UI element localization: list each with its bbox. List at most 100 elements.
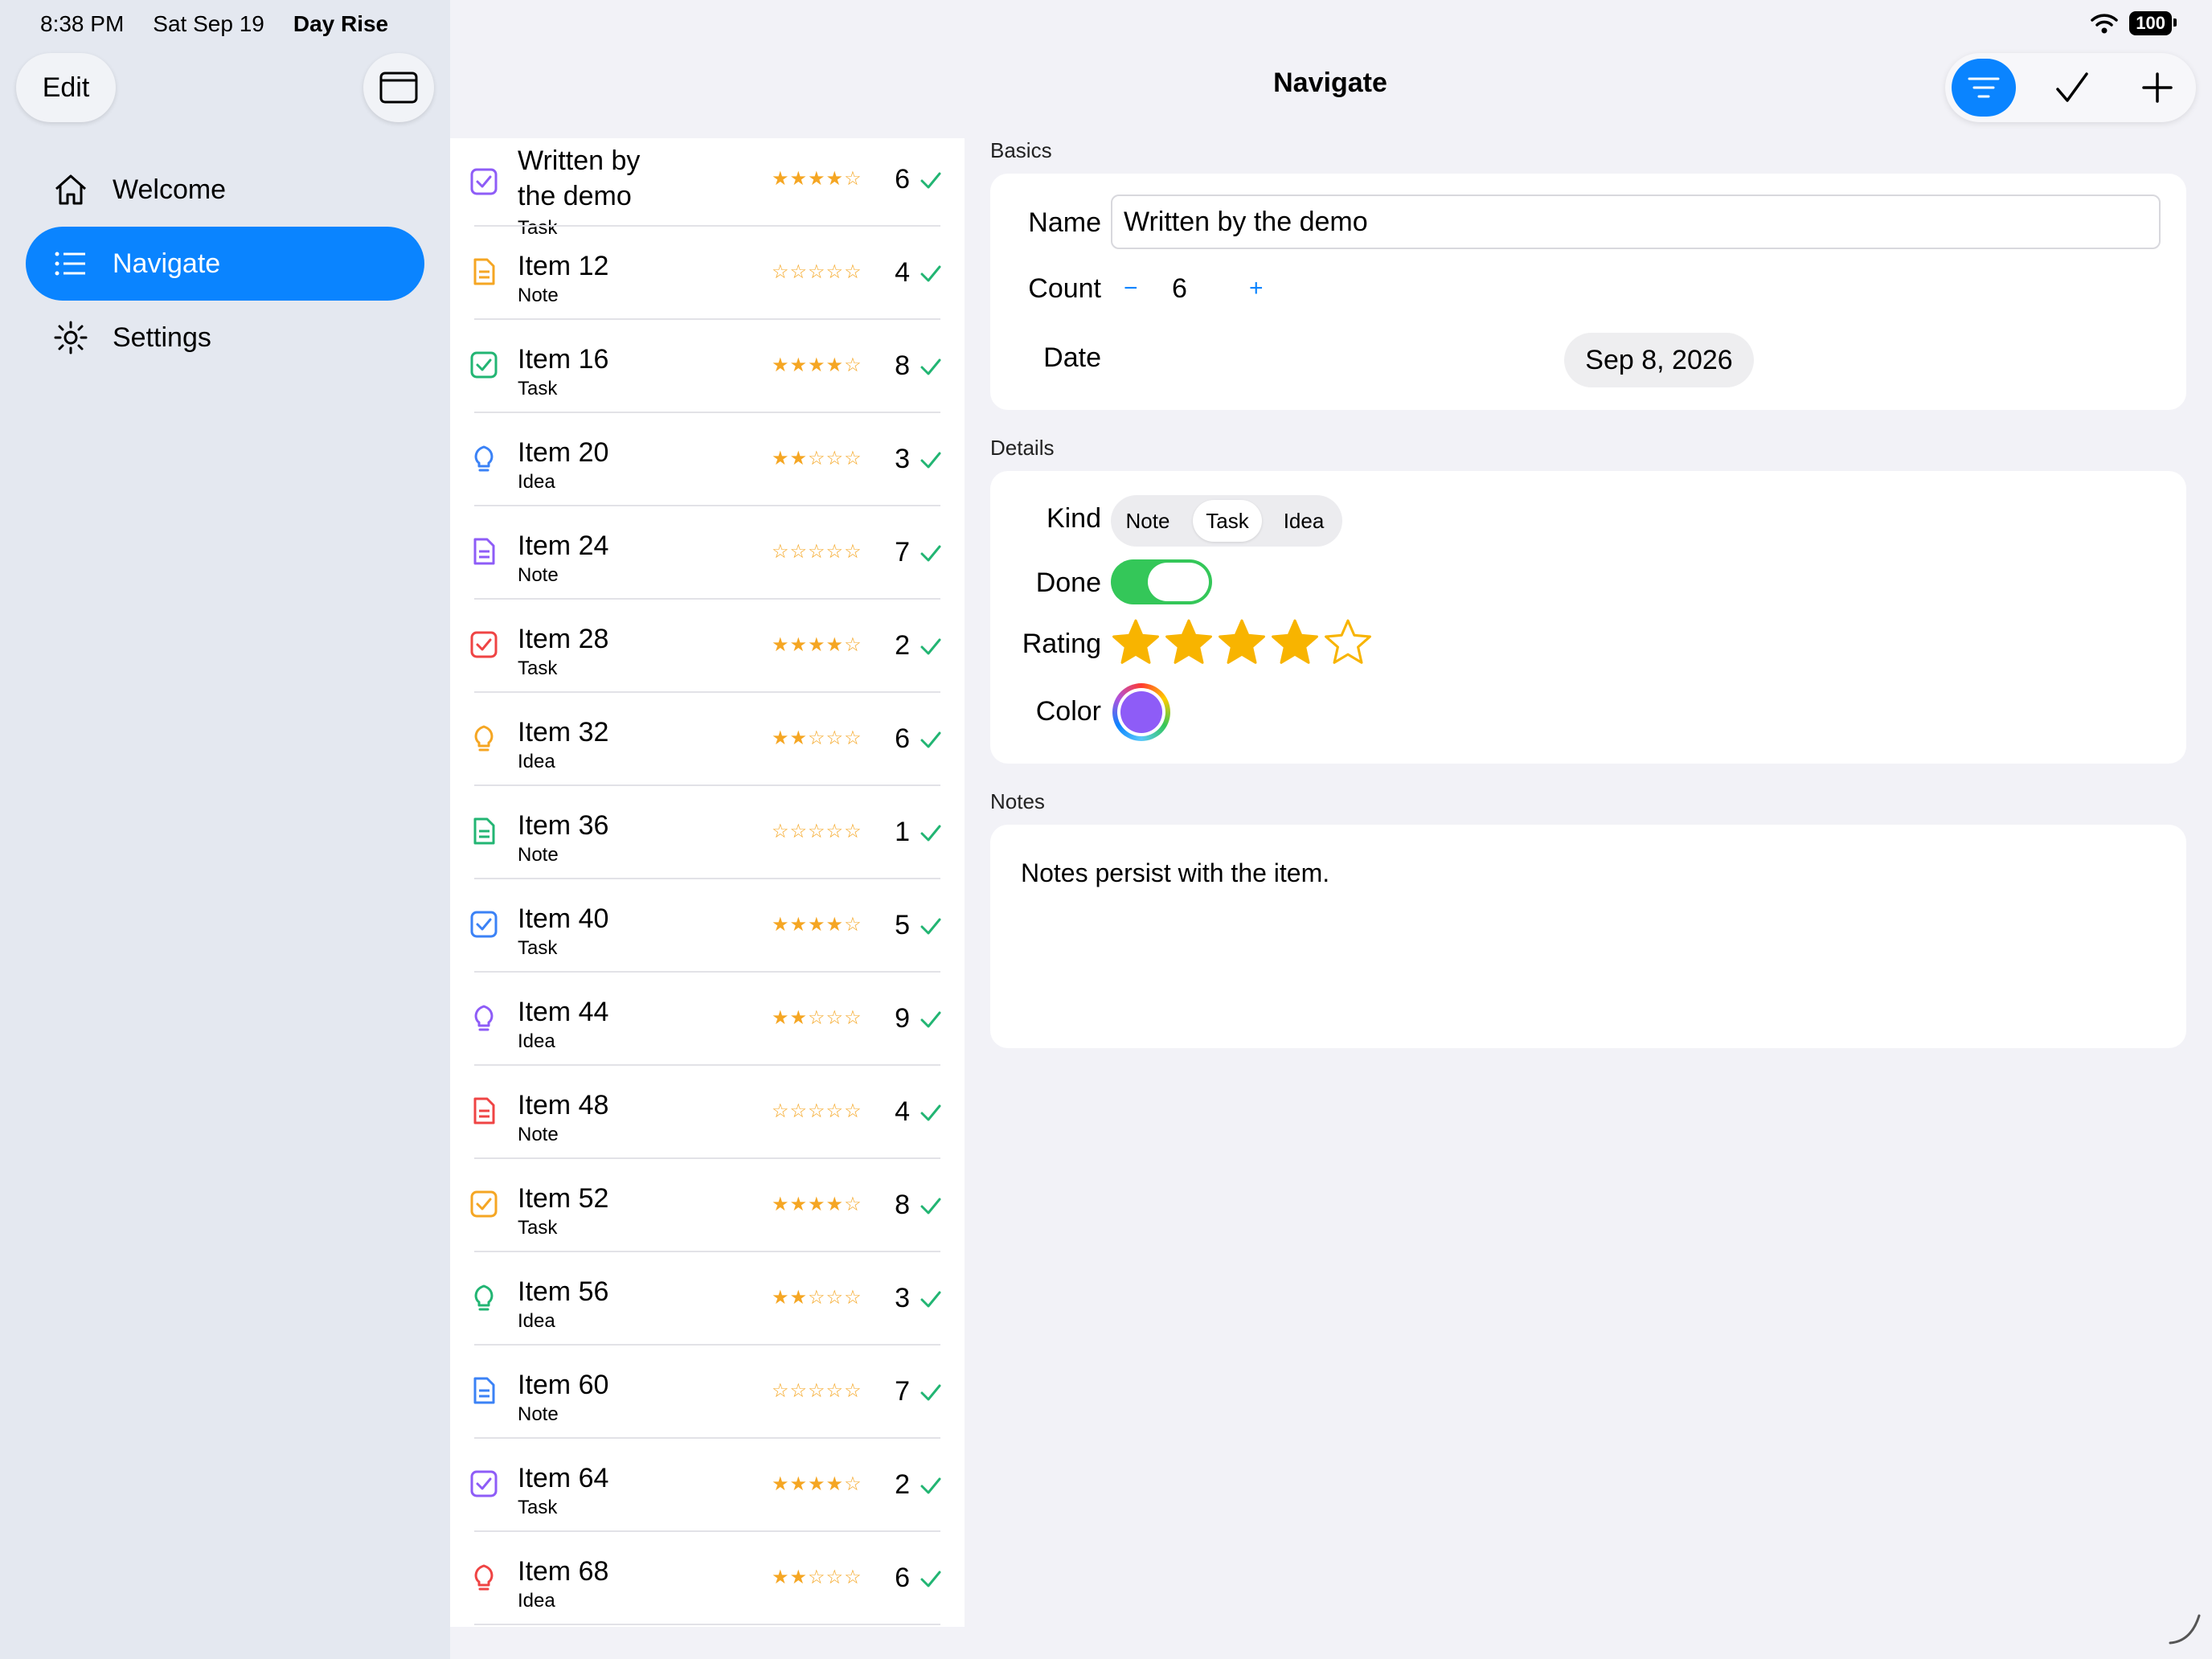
kind-label: Kind [1046,503,1101,534]
list-item-count: 6 [895,164,910,195]
list-item-title: Item 24 [518,530,609,561]
notes-card[interactable]: Notes persist with the item. [990,825,2186,1048]
list-item-rating: ☆☆☆☆☆ [772,1100,862,1122]
filter-button[interactable] [1952,59,2016,117]
sidebar-item-welcome[interactable]: Welcome [26,153,424,227]
sidebar-item-label: Settings [113,322,211,353]
star-filled-icon[interactable] [1111,617,1161,671]
checkmark-icon [920,355,942,378]
list-item-rating: ★★★★☆ [772,634,862,656]
checkbox-icon [469,350,498,379]
list-item-rating: ★★☆☆☆ [772,727,862,749]
checkmark-icon [920,1194,942,1217]
name-input[interactable]: Written by the demo [1111,195,2161,249]
list-item-count: 4 [895,1096,910,1127]
rating-control [1111,617,1373,671]
section-header-basics: Basics [990,138,1052,162]
list-item-kind: Task [518,937,558,959]
list-item[interactable]: Item 64 Task ★★★★☆ 2 [450,1439,965,1532]
checkmark-icon [920,262,942,285]
list-item-kind: Note [518,285,559,306]
list-item-count: 1 [895,817,910,847]
list-item[interactable]: Item 60 Note ☆☆☆☆☆ 7 [450,1346,965,1439]
star-filled-icon[interactable] [1164,617,1214,671]
sidebar-item-label: Navigate [113,248,221,279]
kind-option-idea[interactable]: Idea [1272,500,1336,542]
star-filled-icon[interactable] [1270,617,1320,671]
list-item[interactable]: Item 32 Idea ★★☆☆☆ 6 [450,693,965,786]
list-item-title: Item 44 [518,997,609,1027]
section-header-details: Details [990,436,1055,460]
list-item-kind: Note [518,844,559,866]
list-item-rating: ★★☆☆☆ [772,1567,862,1588]
list-item-title: Item 16 [518,344,609,375]
lightbulb-icon [469,1563,498,1591]
list-item[interactable]: Item 20 Idea ★★☆☆☆ 3 [450,413,965,506]
kind-option-task[interactable]: Task [1193,500,1262,542]
star-empty-icon[interactable] [1323,617,1373,671]
checkmark-icon [920,1381,942,1403]
note-icon [469,1376,498,1405]
list-item-rating: ★★★★☆ [772,354,862,376]
lightbulb-icon [469,444,498,473]
list-item[interactable]: Item 24 Note ☆☆☆☆☆ 7 [450,506,965,600]
add-button[interactable] [2125,59,2189,117]
list-item[interactable]: Item 36 Note ☆☆☆☆☆ 1 [450,786,965,879]
list-item-count: 3 [895,444,910,474]
plus-icon [2142,72,2173,103]
list-item[interactable]: Item 16 Task ★★★★☆ 8 [450,320,965,413]
checkmark-icon [2056,72,2088,102]
row-divider [474,1624,940,1625]
date-label: Date [1043,342,1101,373]
color-picker[interactable] [1112,683,1170,741]
list-item[interactable]: Item 40 Task ★★★★☆ 5 [450,879,965,973]
list-item-title: Item 56 [518,1276,609,1307]
done-button[interactable] [2040,59,2104,117]
count-increment-button[interactable]: + [1249,275,1264,302]
count-decrement-button[interactable]: − [1124,275,1138,302]
sidebar-toggle-button[interactable] [363,53,434,122]
list-item-count: 2 [895,1469,910,1500]
list-item-count: 8 [895,1190,910,1220]
sidebar-item-settings[interactable]: Settings [26,301,424,375]
toggle-knob [1148,563,1209,601]
date-picker[interactable]: Sep 8, 2026 [1564,333,1754,387]
status-time: 8:38 PM [40,11,125,36]
list-item[interactable]: Written by the demo Task ★★★★☆ 6 [450,138,965,239]
list-item-title: Item 52 [518,1183,609,1214]
list-item-kind: Idea [518,1310,555,1332]
list-item-rating: ★★★★☆ [772,1194,862,1215]
edit-button[interactable]: Edit [16,53,116,122]
list-item[interactable]: Item 56 Idea ★★☆☆☆ 3 [450,1252,965,1346]
list-item-rating: ☆☆☆☆☆ [772,261,862,283]
kind-option-note[interactable]: Note [1117,500,1178,542]
list-item-title: Item 32 [518,717,609,748]
list-item[interactable]: Item 52 Task ★★★★☆ 8 [450,1159,965,1252]
list-item[interactable]: Item 48 Note ☆☆☆☆☆ 4 [450,1066,965,1159]
checkmark-icon [920,449,942,471]
list-item[interactable]: Item 12 Note ☆☆☆☆☆ 4 [450,227,965,320]
list-item-kind: Note [518,1124,559,1145]
checkmark-icon [920,1567,942,1590]
star-filled-icon[interactable] [1217,617,1267,671]
list-item-title: Item 36 [518,810,609,841]
list-item-title: Written by the demo [518,145,641,211]
sidebar-item-navigate[interactable]: Navigate [26,227,424,301]
list-item-kind: Idea [518,751,555,772]
notes-text[interactable]: Notes persist with the item. [1021,858,1329,888]
item-list: Written by the demo Task ★★★★☆ 6 Item 12 Note… [450,138,965,1627]
list-item[interactable]: Item 68 Idea ★★☆☆☆ 6 [450,1532,965,1625]
done-toggle[interactable] [1111,559,1212,604]
list-item[interactable]: Item 28 Task ★★★★☆ 2 [450,600,965,693]
list-item-rating: ★★☆☆☆ [772,448,862,469]
list-item-kind: Idea [518,1030,555,1052]
list-item-title: Item 12 [518,251,609,281]
list-item-count: 6 [895,723,910,754]
resize-handle-icon[interactable] [2167,1611,2202,1646]
list-item-kind: Note [518,1403,559,1425]
list-item-title: Item 28 [518,624,609,654]
done-label: Done [1035,567,1101,598]
note-icon [469,537,498,566]
list-item[interactable]: Item 44 Idea ★★☆☆☆ 9 [450,973,965,1066]
checkmark-icon [920,1288,942,1310]
